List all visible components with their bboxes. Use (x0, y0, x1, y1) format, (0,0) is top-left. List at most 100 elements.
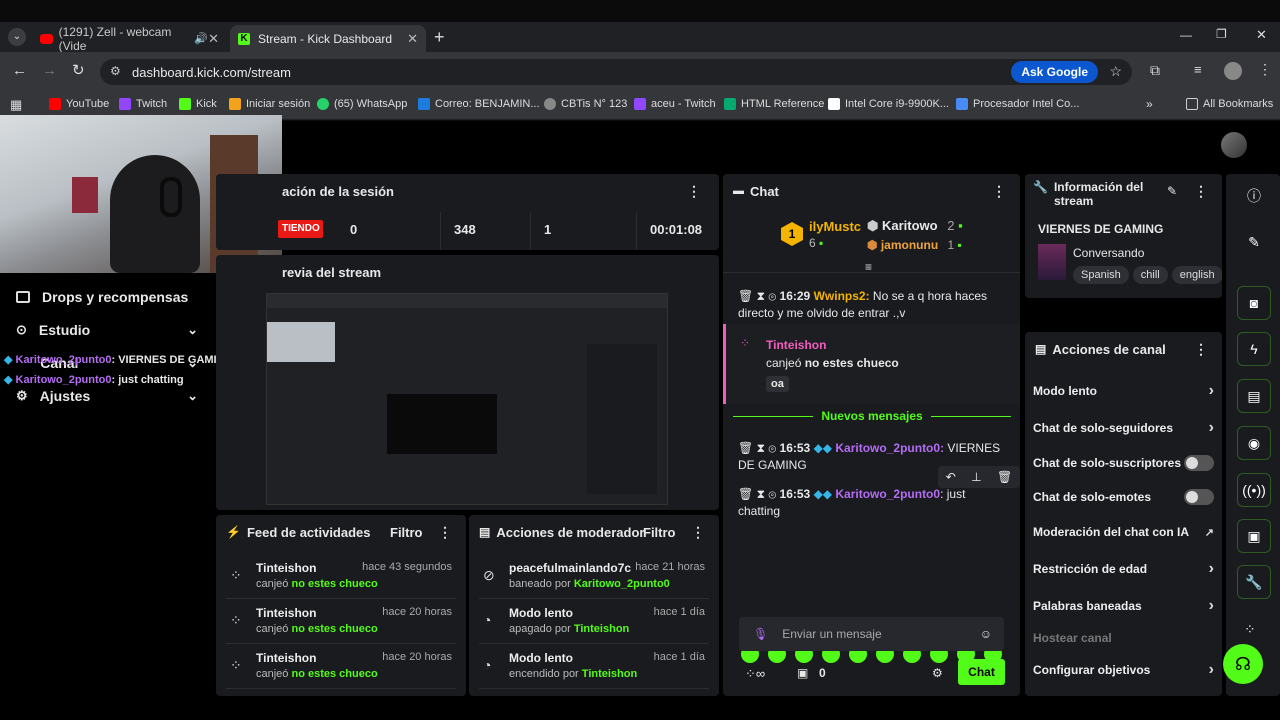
timeout-icon[interactable]: ⧗ (757, 487, 765, 501)
more-icon[interactable]: ⋮ (691, 524, 705, 541)
back-icon[interactable]: ← (12, 62, 27, 79)
support-button[interactable]: ☊ (1223, 644, 1263, 684)
url-field[interactable]: ⚙ dashboard.kick.com/stream Ask Google ☆ (100, 59, 1132, 85)
filter-button[interactable]: Filtro (643, 525, 676, 540)
message-user[interactable]: Karitowo_2punto0 (835, 487, 940, 501)
action-banned-words[interactable]: Palabras baneadas › (1033, 589, 1214, 623)
all-bookmarks[interactable]: All Bookmarks (1186, 98, 1273, 110)
bookmark-twitch[interactable]: Twitch (119, 98, 167, 110)
extensions-icon[interactable]: ⧉ (1150, 62, 1160, 79)
sidebar-item-ajustes[interactable]: ⚙ Ajustes ⌄ (16, 388, 198, 404)
timeout-icon[interactable]: ⧗ (757, 289, 765, 303)
treasure-icon[interactable]: ▣ (797, 666, 808, 680)
more-icon[interactable]: ⋮ (438, 524, 452, 541)
media-icon[interactable]: ≡ (1194, 62, 1202, 77)
sidebar-item-estudio[interactable]: ⊙ Estudio ⌄ (16, 322, 198, 338)
pin-icon[interactable]: ⊥ (971, 470, 981, 484)
edit-icon[interactable]: ✎ (1167, 184, 1177, 198)
filter-button[interactable]: Filtro (390, 525, 423, 540)
more-icon[interactable]: ⋮ (992, 183, 1006, 200)
menu-icon[interactable]: ⋮ (1258, 61, 1272, 78)
ask-google-button[interactable]: Ask Google (1011, 61, 1098, 83)
reply-icon[interactable]: ↶ (946, 470, 956, 484)
ban-icon[interactable]: ⊚ (768, 289, 776, 303)
apps-icon[interactable]: ▦ (10, 97, 22, 113)
forward-icon[interactable]: → (42, 62, 57, 79)
minimize-icon[interactable]: — (1180, 28, 1192, 42)
stream-preview-video[interactable] (266, 293, 668, 505)
bookmark-aceu[interactable]: aceu - Twitch (634, 98, 716, 110)
action-subscribers-only[interactable]: Chat de solo-suscriptores (1033, 446, 1214, 480)
leaderboard-first-user[interactable]: ilyMustc (809, 219, 861, 234)
reload-icon[interactable]: ↻ (72, 61, 85, 79)
sidebar-item-drops[interactable]: Drops y recompensas (16, 289, 188, 305)
category-name[interactable]: Conversando (1073, 246, 1144, 260)
tag[interactable]: chill (1132, 266, 1168, 284)
tag[interactable]: english (1171, 266, 1222, 284)
notes-icon[interactable]: ▤ (1237, 379, 1271, 413)
delete-icon[interactable]: 🗑 (738, 441, 753, 455)
camera-icon[interactable]: ◙ (1237, 286, 1271, 320)
close-icon[interactable]: ✕ (407, 31, 418, 47)
leaderboard-second[interactable]: ⬢ Karitowo 2 ▪ (867, 218, 963, 234)
wrench-icon: 🔧 (1033, 180, 1048, 194)
bookmark-whatsapp[interactable]: (65) WhatsApp (317, 98, 407, 110)
maximize-icon[interactable]: ❐ (1216, 27, 1227, 41)
tab-youtube[interactable]: (1291) Zell - webcam (Vide 🔊 ✕ (32, 25, 227, 53)
delete-icon[interactable]: 🗑 (997, 470, 1012, 484)
info-icon[interactable]: ⓘ (1237, 179, 1271, 213)
bookmark-cbtis[interactable]: CBTis N° 123 (544, 98, 627, 110)
tab-list-button[interactable]: ⌄ (8, 28, 26, 46)
action-followers-only[interactable]: Chat de solo-seguidores › (1033, 411, 1214, 445)
points-icon[interactable]: ⁘ (1244, 621, 1256, 638)
action-set-goals[interactable]: Configurar objetivos › (1033, 653, 1214, 687)
timeout-icon[interactable]: ⧗ (757, 441, 765, 455)
points-icon[interactable]: ⁘∞ (745, 666, 765, 682)
redeem-user[interactable]: Tinteishon (766, 338, 826, 352)
bookmark-youtube[interactable]: YouTube (49, 98, 109, 110)
send-chat-button[interactable]: Chat (958, 659, 1005, 685)
tab-kick-dashboard[interactable]: K Stream - Kick Dashboard ✕ (230, 25, 426, 52)
ban-icon[interactable]: ⊚ (768, 487, 776, 501)
bookmark-html-reference[interactable]: HTML Reference (724, 98, 824, 110)
broadcast-icon[interactable]: ((•)) (1237, 473, 1271, 507)
delete-icon[interactable]: 🗑 (738, 487, 753, 501)
bookmark-intel-i9[interactable]: Intel Core i9-9900K... (828, 98, 949, 110)
bolt-icon[interactable]: ϟ (1237, 332, 1271, 366)
more-bookmarks-icon[interactable]: » (1146, 97, 1153, 111)
wrench-icon[interactable]: 🔧 (1237, 565, 1271, 599)
bookmark-kick[interactable]: Kick (179, 98, 217, 110)
close-icon[interactable]: ✕ (208, 31, 219, 47)
delete-icon[interactable]: 🗑 (738, 289, 753, 303)
action-ai-moderation[interactable]: Moderación del chat con IA ↗ (1033, 515, 1214, 549)
emoji-icon[interactable]: ☺ (980, 627, 992, 641)
ban-icon[interactable]: ⊚ (768, 441, 776, 455)
more-icon[interactable]: ⋮ (1194, 183, 1208, 200)
bookmark-correo[interactable]: Correo: BENJAMIN... (418, 98, 540, 110)
chat-input-box[interactable]: 🎙 Enviar un mensaje ☺ (739, 617, 1004, 651)
message-user[interactable]: Karitowo_2punto0: (835, 441, 944, 455)
more-icon[interactable]: ⋮ (1194, 341, 1208, 358)
action-slow-mode[interactable]: Modo lento › (1033, 374, 1214, 408)
bookmark-iniciar-sesion[interactable]: Iniciar sesión (229, 98, 310, 110)
pencil-icon[interactable]: ✎ (1237, 225, 1271, 259)
message-user[interactable]: Wwinps2: (814, 289, 870, 303)
tag[interactable]: Spanish (1073, 266, 1129, 284)
action-emotes-only[interactable]: Chat de solo-emotes (1033, 480, 1214, 514)
more-icon[interactable]: ⋮ (687, 183, 701, 200)
chat-bubble-icon[interactable]: ◉ (1237, 426, 1271, 460)
profile-avatar[interactable] (1224, 62, 1242, 80)
close-window-icon[interactable]: ✕ (1256, 27, 1267, 43)
user-avatar[interactable] (1221, 132, 1247, 158)
star-icon[interactable]: ☆ (1109, 63, 1122, 80)
emotes-only-toggle[interactable] (1184, 489, 1214, 505)
new-tab-button[interactable]: + (434, 27, 445, 48)
settings-icon[interactable]: ⚙ (932, 666, 943, 680)
leaderboard-third[interactable]: ⬢ jamonunu 1 ▪ (867, 238, 962, 252)
bookmark-procesador[interactable]: Procesador Intel Co... (956, 98, 1079, 110)
action-age-restriction[interactable]: Restricción de edad › (1033, 552, 1214, 586)
action-host-channel[interactable]: Hostear canal (1033, 621, 1214, 655)
subscribers-only-toggle[interactable] (1184, 455, 1214, 471)
microphone-icon[interactable]: 🎙 (753, 627, 768, 641)
video-icon[interactable]: ▣ (1237, 519, 1271, 553)
